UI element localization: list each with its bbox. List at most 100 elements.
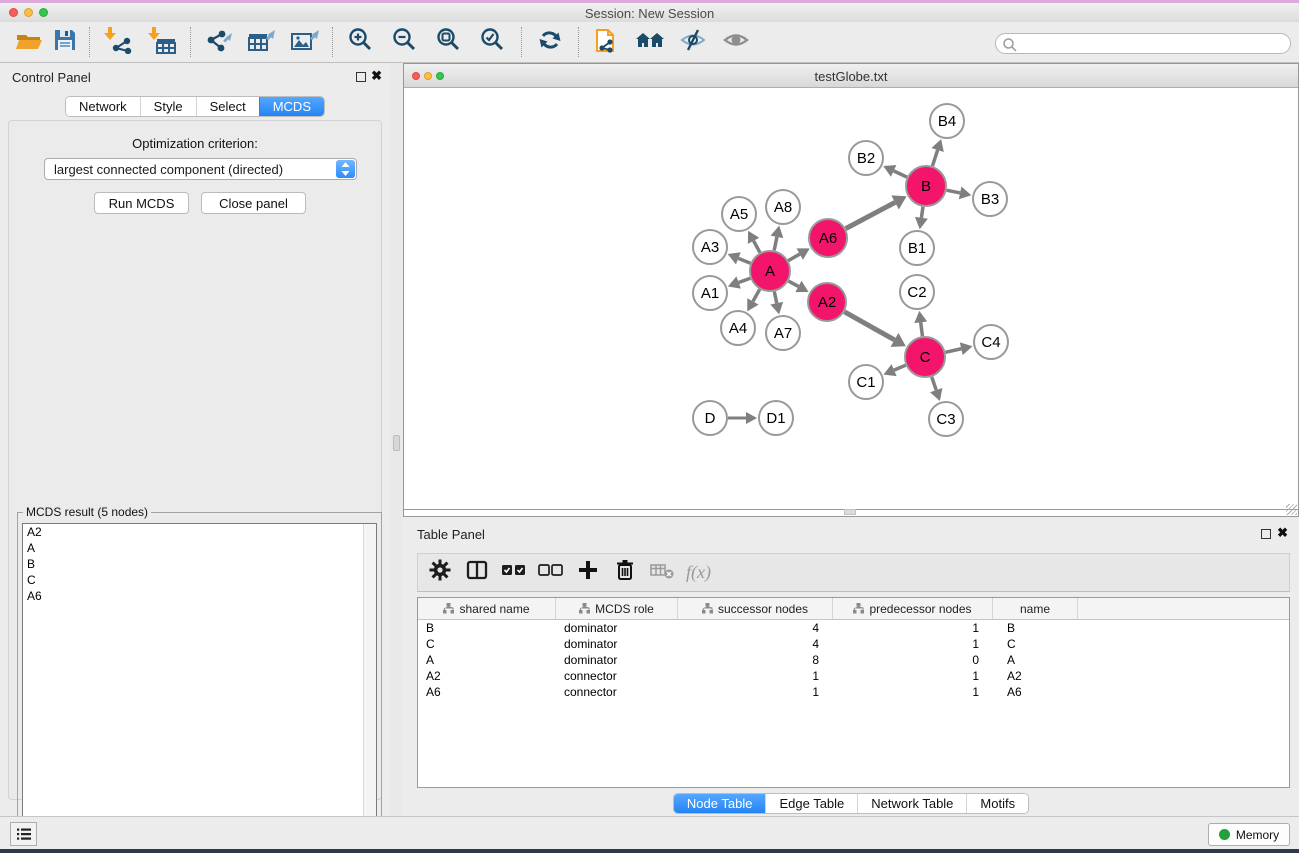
hide-graphics-details-button[interactable] xyxy=(671,24,714,60)
delete-column-button[interactable] xyxy=(606,556,643,590)
table-cell[interactable]: 1 xyxy=(833,668,993,684)
column-header-mcds-role[interactable]: MCDS role xyxy=(556,598,678,619)
tab-network-table[interactable]: Network Table xyxy=(857,794,966,813)
open-file-button[interactable] xyxy=(11,24,47,60)
import-table-button[interactable] xyxy=(140,24,184,60)
table-cell[interactable]: 4 xyxy=(678,636,833,652)
table-cell[interactable]: connector xyxy=(556,684,678,700)
memory-button[interactable]: Memory xyxy=(1208,823,1290,846)
list-item[interactable]: B xyxy=(23,556,376,572)
graph-edge[interactable] xyxy=(894,365,906,370)
function-builder-button[interactable]: f(x) xyxy=(680,556,717,590)
graph-edge[interactable] xyxy=(921,322,923,336)
table-row[interactable]: A2connector11A2 xyxy=(418,668,1289,684)
zoom-out-button[interactable] xyxy=(383,24,427,60)
export-network-button[interactable] xyxy=(197,24,240,60)
graph-edge[interactable] xyxy=(945,349,961,353)
deselect-all-button[interactable] xyxy=(532,556,569,590)
graph-edge[interactable] xyxy=(894,171,907,177)
table-cell[interactable]: 1 xyxy=(833,684,993,700)
table-cell[interactable]: A xyxy=(993,652,1078,668)
table-cell[interactable]: B xyxy=(418,620,556,636)
tab-style[interactable]: Style xyxy=(140,97,196,116)
table-cell[interactable]: 1 xyxy=(678,668,833,684)
table-cell[interactable]: A2 xyxy=(418,668,556,684)
graph-edge[interactable] xyxy=(774,237,777,251)
table-cell[interactable]: C xyxy=(993,636,1078,652)
show-columns-button[interactable] xyxy=(458,556,495,590)
table-cell[interactable]: A6 xyxy=(993,684,1078,700)
graph-edge[interactable] xyxy=(932,377,936,390)
zoom-in-button[interactable] xyxy=(339,24,383,60)
table-cell[interactable]: 1 xyxy=(833,620,993,636)
table-row[interactable]: Bdominator41B xyxy=(418,620,1289,636)
table-cell[interactable]: dominator xyxy=(556,620,678,636)
import-network-button[interactable] xyxy=(96,24,140,60)
network-canvas[interactable]: B4B2BB3A8A5A6A3B1AA1C2A2A4A7C4CC1C3DD1 xyxy=(404,89,1298,510)
tab-select[interactable]: Select xyxy=(196,97,259,116)
network-window-titlebar[interactable]: testGlobe.txt xyxy=(404,64,1298,88)
table-cell[interactable]: A6 xyxy=(418,684,556,700)
table-cell[interactable]: dominator xyxy=(556,636,678,652)
search-input[interactable] xyxy=(995,33,1291,54)
graph-edge[interactable] xyxy=(738,258,750,263)
column-header-name[interactable]: name xyxy=(993,598,1078,619)
run-mcds-button[interactable]: Run MCDS xyxy=(94,192,189,214)
panel-divider[interactable] xyxy=(390,63,403,816)
table-cell[interactable]: connector xyxy=(556,668,678,684)
graph-edge[interactable] xyxy=(844,312,894,340)
export-table-button[interactable] xyxy=(240,24,283,60)
list-item[interactable]: C xyxy=(23,572,376,588)
refresh-network-button[interactable] xyxy=(528,24,572,60)
float-table-panel-icon[interactable] xyxy=(1261,529,1271,539)
delete-table-button[interactable] xyxy=(643,556,680,590)
graph-edge[interactable] xyxy=(753,289,760,301)
result-scrollbar[interactable] xyxy=(363,524,376,848)
network-resize-grip[interactable] xyxy=(1286,504,1297,515)
task-history-button[interactable] xyxy=(10,822,37,846)
table-row[interactable]: Cdominator41C xyxy=(418,636,1289,652)
table-cell[interactable]: B xyxy=(993,620,1078,636)
graph-edge[interactable] xyxy=(932,150,937,166)
list-item[interactable]: A2 xyxy=(23,524,376,540)
show-graphics-details-button[interactable] xyxy=(714,24,757,60)
table-cell[interactable]: 4 xyxy=(678,620,833,636)
table-cell[interactable]: 1 xyxy=(678,684,833,700)
zoom-selected-button[interactable] xyxy=(471,24,515,60)
table-cell[interactable]: 1 xyxy=(833,636,993,652)
close-table-panel-icon[interactable]: ✖ xyxy=(1277,526,1288,539)
table-settings-button[interactable] xyxy=(421,556,458,590)
graph-edge[interactable] xyxy=(921,207,923,218)
tab-node-table[interactable]: Node Table xyxy=(674,794,766,813)
graph-edge[interactable] xyxy=(754,241,760,253)
table-cell[interactable]: 8 xyxy=(678,652,833,668)
graph-edge[interactable] xyxy=(947,190,961,193)
tab-mcds[interactable]: MCDS xyxy=(259,97,324,116)
divider-grip[interactable] xyxy=(393,435,400,451)
save-session-button[interactable] xyxy=(47,24,83,60)
list-item[interactable]: A6 xyxy=(23,588,376,604)
graph-edge[interactable] xyxy=(774,292,776,304)
tab-motifs[interactable]: Motifs xyxy=(966,794,1028,813)
export-image-button[interactable] xyxy=(283,24,326,60)
column-header-predecessor-nodes[interactable]: predecessor nodes xyxy=(833,598,993,619)
table-cell[interactable]: A2 xyxy=(993,668,1078,684)
network-bottom-grip[interactable] xyxy=(844,509,856,515)
graph-edge[interactable] xyxy=(739,278,751,282)
column-header-successor-nodes[interactable]: successor nodes xyxy=(678,598,833,619)
houses-button[interactable] xyxy=(628,24,671,60)
add-column-button[interactable] xyxy=(569,556,606,590)
list-item[interactable]: A xyxy=(23,540,376,556)
graph-edge[interactable] xyxy=(788,254,799,261)
graph-edge[interactable] xyxy=(846,202,895,228)
table-row[interactable]: Adominator80A xyxy=(418,652,1289,668)
float-panel-icon[interactable] xyxy=(356,72,366,82)
close-panel-button[interactable]: Close panel xyxy=(201,192,306,214)
zoom-fit-button[interactable] xyxy=(427,24,471,60)
table-row[interactable]: A6connector11A6 xyxy=(418,684,1289,700)
select-all-button[interactable] xyxy=(495,556,532,590)
network-from-selection-button[interactable] xyxy=(585,24,628,60)
table-cell[interactable]: dominator xyxy=(556,652,678,668)
close-panel-icon[interactable]: ✖ xyxy=(371,69,382,82)
table-cell[interactable]: A xyxy=(418,652,556,668)
